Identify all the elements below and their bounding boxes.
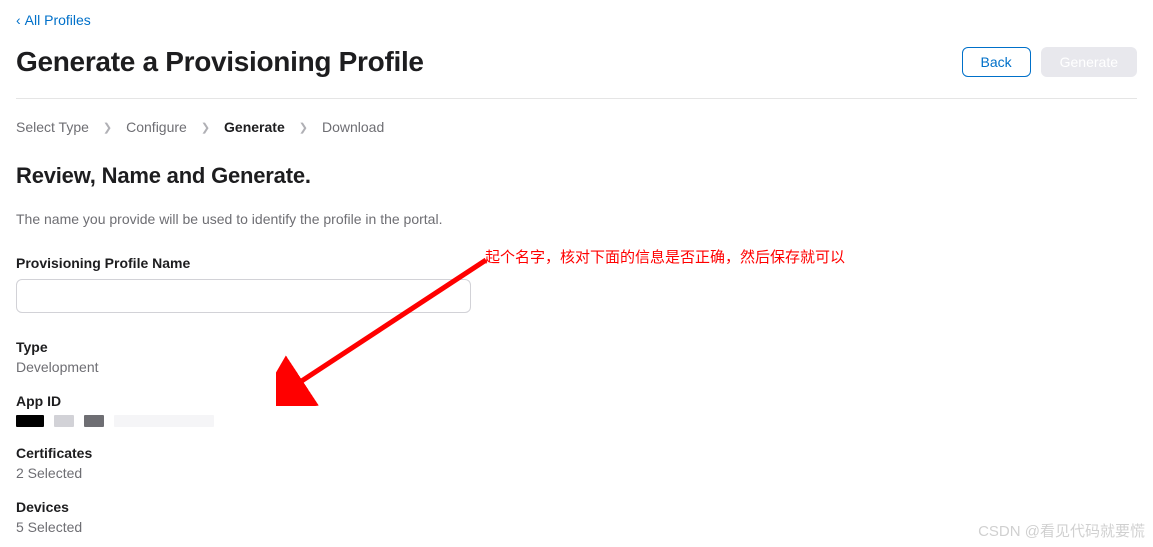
devices-value: 5 Selected: [16, 519, 1137, 535]
summary-appid: App ID: [16, 393, 1137, 427]
type-label: Type: [16, 339, 1137, 355]
chevron-right-icon: ❯: [201, 121, 210, 134]
page-header: Generate a Provisioning Profile Back Gen…: [16, 46, 1137, 99]
watermark: CSDN @看见代码就要慌: [978, 520, 1145, 541]
breadcrumb-step-select-type[interactable]: Select Type: [16, 119, 89, 135]
annotation-text: 起个名字，核对下面的信息是否正确，然后保存就可以: [485, 246, 845, 267]
redacted-block: [16, 415, 44, 427]
redacted-block: [84, 415, 104, 427]
certificates-label: Certificates: [16, 445, 1137, 461]
generate-button: Generate: [1041, 47, 1137, 77]
back-to-profiles-link[interactable]: ‹ All Profiles: [16, 12, 91, 28]
breadcrumb: Select Type ❯ Configure ❯ Generate ❯ Dow…: [16, 119, 1137, 135]
breadcrumb-step-configure[interactable]: Configure: [126, 119, 187, 135]
appid-value-redacted: [16, 415, 1137, 427]
chevron-right-icon: ❯: [299, 121, 308, 134]
back-link-label: All Profiles: [25, 12, 91, 28]
section-subtitle: The name you provide will be used to ide…: [16, 211, 1137, 227]
type-value: Development: [16, 359, 1137, 375]
redacted-block: [54, 415, 74, 427]
summary-devices: Devices 5 Selected: [16, 499, 1137, 535]
header-buttons: Back Generate: [962, 47, 1138, 77]
section-title: Review, Name and Generate.: [16, 163, 1137, 189]
chevron-left-icon: ‹: [16, 13, 21, 27]
page-title: Generate a Provisioning Profile: [16, 46, 424, 78]
devices-label: Devices: [16, 499, 1137, 515]
summary-certificates: Certificates 2 Selected: [16, 445, 1137, 481]
certificates-value: 2 Selected: [16, 465, 1137, 481]
chevron-right-icon: ❯: [103, 121, 112, 134]
appid-label: App ID: [16, 393, 1137, 409]
back-button[interactable]: Back: [962, 47, 1031, 77]
breadcrumb-step-download: Download: [322, 119, 384, 135]
profile-name-input[interactable]: [16, 279, 471, 313]
redacted-block: [114, 415, 214, 427]
breadcrumb-step-generate: Generate: [224, 119, 285, 135]
summary-type: Type Development: [16, 339, 1137, 375]
